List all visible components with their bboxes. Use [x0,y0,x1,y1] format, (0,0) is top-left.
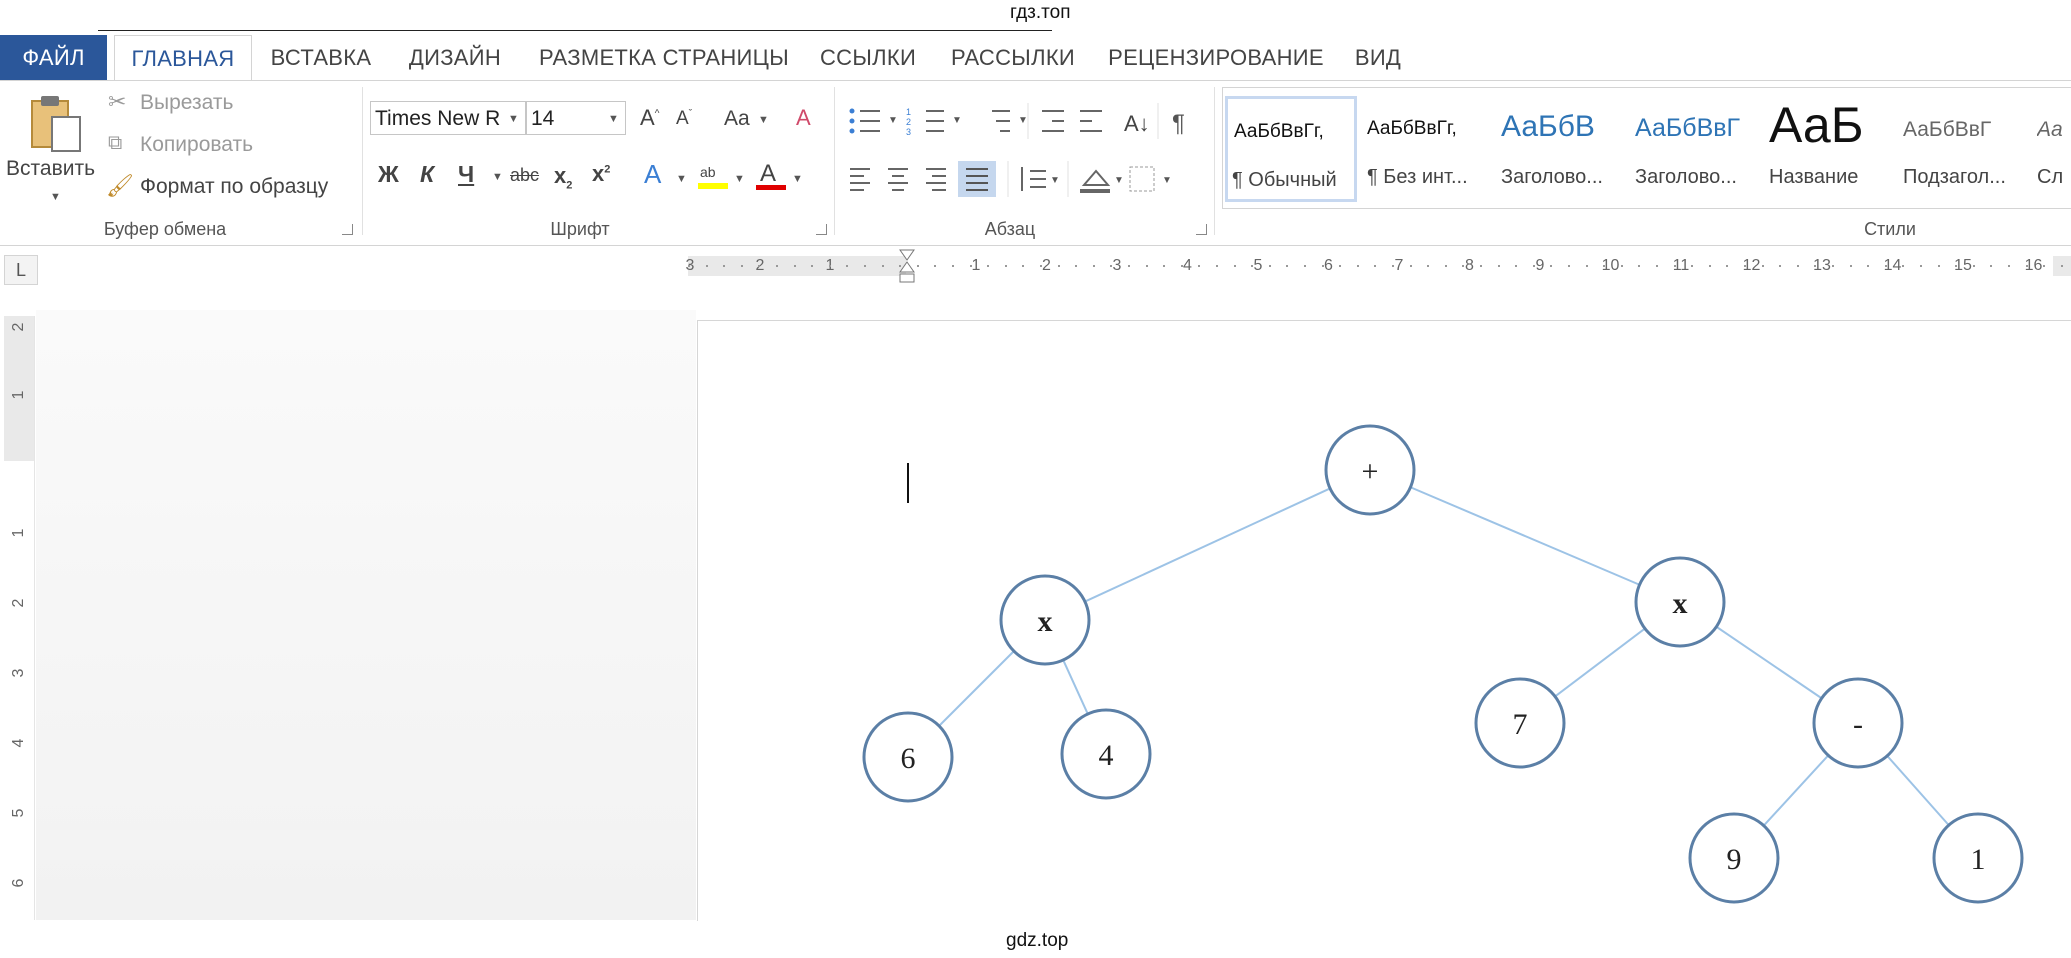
tree-node-label-lmul: x [1038,605,1053,638]
tree-edge-root-lmul [1084,487,1331,603]
tree-node-label-n9: 9 [1727,843,1742,876]
tree-edge-lmul-n6 [938,650,1015,727]
tree-node-label-n6: 6 [901,742,916,775]
tree-edge-rmul-n7 [1554,627,1646,698]
tree-edge-root-rmul [1410,486,1640,586]
tree-edge-minus-n9 [1763,754,1829,827]
tree-node-label-n4: 4 [1099,739,1114,772]
tree-node-label-minus: - [1853,708,1863,741]
tree-edge-minus-n1 [1886,755,1950,826]
tree-node-label-n1: 1 [1971,843,1986,876]
tree-edge-rmul-minus [1715,625,1823,700]
expression-tree-diagram: + x x 6 4 7 - 9 1 [862,424,2024,904]
tree-node-label-root: + [1362,455,1379,488]
tree-edge-lmul-n4 [1062,659,1089,715]
watermark-bottom: gdz.top [1006,930,1069,951]
tree-node-label-n7: 7 [1513,708,1528,741]
tree-node-label-rmul: x [1673,587,1688,620]
